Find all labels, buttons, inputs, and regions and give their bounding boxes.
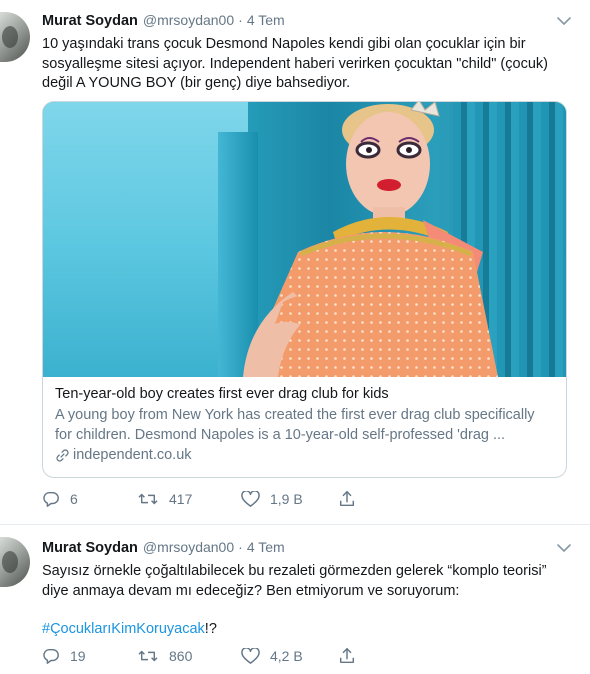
hashtag-link[interactable]: #ÇocuklarıKimKoruyacak [42, 621, 205, 637]
tweet-date[interactable]: 4 Tem [247, 539, 285, 555]
card-description-line: A young boy from New York has created th… [55, 407, 535, 423]
retweet-icon [138, 493, 158, 505]
reply-count: 6 [70, 491, 78, 507]
chevron-down-icon[interactable] [554, 541, 574, 555]
tweet-header: Murat Soydan @mrsoydan00 · 4 Tem [42, 539, 285, 559]
like-count: 4,2 B [270, 648, 303, 664]
like-button[interactable]: 1,9 B [241, 488, 338, 510]
card-description: A young boy from New York has created th… [55, 406, 555, 445]
reply-button[interactable]: 6 [42, 488, 137, 510]
reply-icon [43, 491, 59, 507]
card-image[interactable] [43, 102, 566, 377]
card-meta[interactable]: Ten-year-old boy creates first ever drag… [55, 385, 555, 463]
avatar[interactable] [0, 12, 30, 62]
reply-icon [43, 648, 59, 664]
author-name[interactable]: Murat Soydan [42, 13, 138, 29]
reply-count: 19 [70, 648, 86, 664]
tweet-text-line: 10 yaşındaki trans çocuk Desmond Napoles… [42, 36, 526, 52]
tweet[interactable]: Murat Soydan @mrsoydan00 · 4 Tem Sayısız ör… [0, 525, 590, 674]
heart-icon [241, 490, 260, 507]
avatar[interactable] [0, 537, 30, 587]
tweet-text: Sayısız örnekle çoğaltılabilecek bu reza… [42, 562, 572, 640]
separator: · [238, 12, 243, 28]
tweet-text-line: Sayısız örnekle çoğaltılabilecek bu reza… [42, 563, 547, 579]
share-button[interactable] [338, 488, 356, 510]
card-domain-text[interactable]: independent.co.uk [73, 447, 192, 463]
link-icon [56, 448, 69, 462]
author-handle[interactable]: @mrsoydan00 [143, 12, 234, 28]
tweet-actions: 19 860 4,2 B [42, 645, 356, 667]
retweet-button[interactable]: 417 [137, 488, 241, 510]
link-card[interactable]: Ten-year-old boy creates first ever drag… [42, 101, 567, 478]
child-figure-image [243, 102, 498, 377]
tweet-header: Murat Soydan @mrsoydan00 · 4 Tem [42, 12, 285, 32]
like-count: 1,9 B [270, 491, 303, 507]
heart-icon [241, 647, 260, 664]
like-button[interactable]: 4,2 B [241, 645, 338, 667]
tweet-text-line: değil A YOUNG BOY (bir genç) diye bahsed… [42, 75, 351, 91]
retweet-count: 417 [169, 491, 193, 507]
retweet-button[interactable]: 860 [137, 645, 241, 667]
hashtag-suffix: !? [204, 621, 217, 637]
share-button[interactable] [338, 645, 356, 667]
tweet-date[interactable]: 4 Tem [247, 12, 285, 28]
retweet-icon [138, 650, 158, 662]
tweet-text: 10 yaşındaki trans çocuk Desmond Napoles… [42, 35, 572, 94]
tweet-text-line: diye anmaya devam mı edeceğiz? Ben etmiy… [42, 582, 460, 599]
retweet-count: 860 [169, 648, 193, 664]
card-domain[interactable]: independent.co.uk [55, 447, 555, 463]
card-title[interactable]: Ten-year-old boy creates first ever drag… [55, 385, 555, 404]
chevron-down-icon[interactable] [554, 14, 574, 28]
author-handle[interactable]: @mrsoydan00 [143, 539, 234, 555]
separator: · [238, 539, 243, 555]
reply-button[interactable]: 19 [42, 645, 137, 667]
share-icon [339, 648, 355, 664]
tweet-actions: 6 417 1,9 B [42, 488, 356, 510]
share-icon [339, 491, 355, 507]
tweet-text-line: sosyalleşme sitesi açıyor. Independent h… [42, 55, 548, 72]
card-description-line: for children. Desmond Napoles is a 10-ye… [55, 426, 506, 443]
author-name[interactable]: Murat Soydan [42, 540, 138, 556]
tweet[interactable]: Murat Soydan @mrsoydan00 · 4 Tem 10 yaşında… [0, 0, 590, 525]
hashtag-line: #ÇocuklarıKimKoruyacak!? [42, 620, 572, 640]
